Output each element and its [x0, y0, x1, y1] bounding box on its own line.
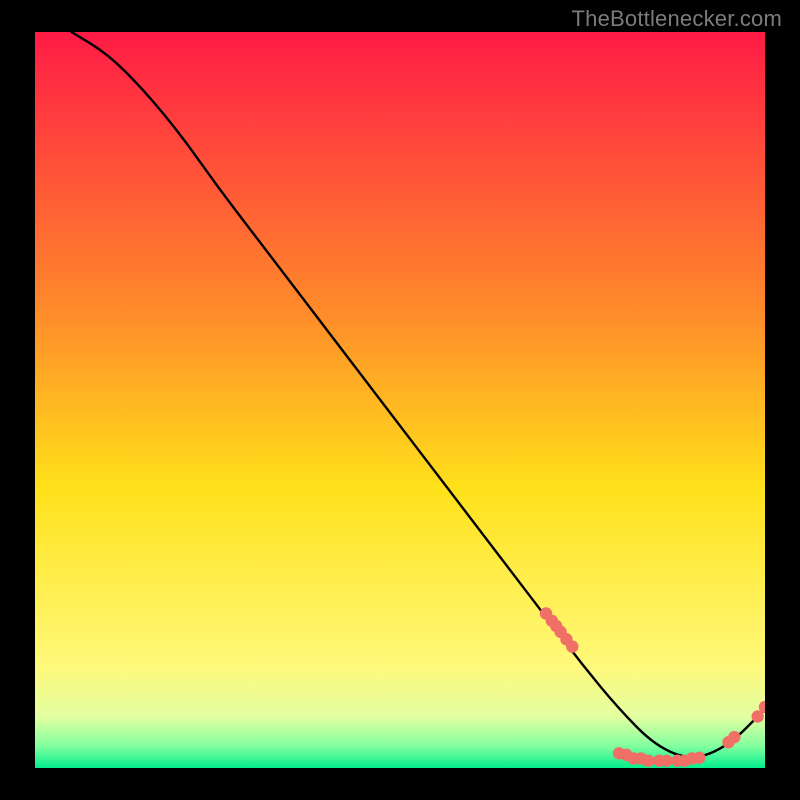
marker-valley-k — [693, 752, 705, 764]
marker-valley-g — [660, 754, 672, 766]
watermark-text: TheBottlenecker.com — [572, 6, 782, 32]
marker-cluster-left-f — [566, 640, 578, 652]
chart-svg — [35, 32, 765, 768]
marker-valley-e — [642, 754, 654, 766]
marker-rise-b — [728, 731, 740, 743]
chart-plot-area — [35, 32, 765, 768]
chart-frame: TheBottlenecker.com — [0, 0, 800, 800]
gradient-background — [35, 32, 765, 768]
